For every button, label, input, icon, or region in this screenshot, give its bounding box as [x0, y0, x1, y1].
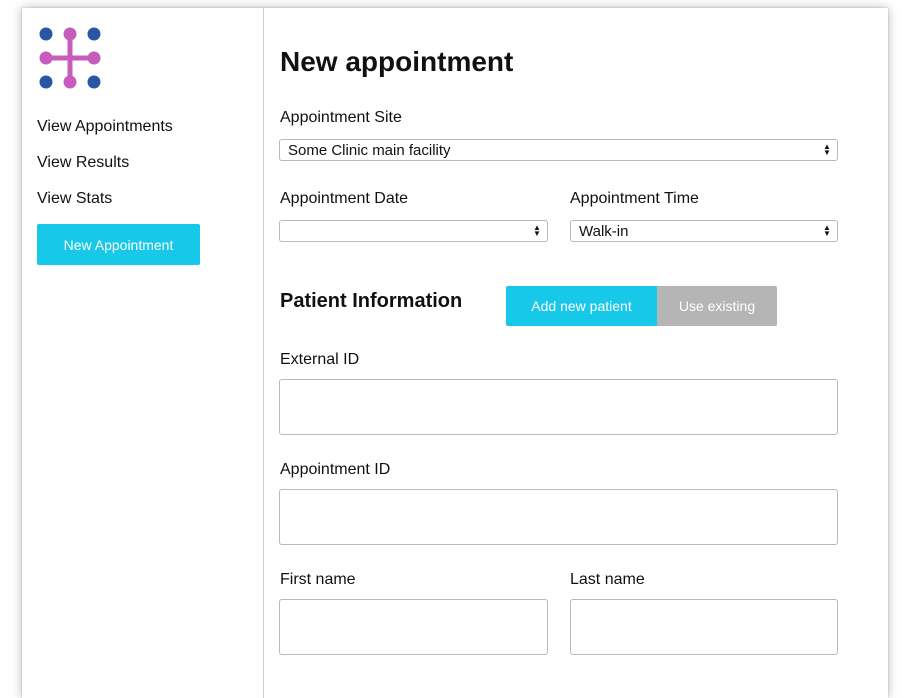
external-id-label: External ID: [280, 351, 360, 368]
page-title: New appointment: [280, 46, 514, 77]
sidebar-item-view-stats[interactable]: View Stats: [37, 190, 112, 208]
new-appointment-button[interactable]: New Appointment: [37, 224, 200, 265]
patient-information-heading: Patient Information: [280, 290, 463, 312]
main-content: New appointment Appointment Site Some Cl…: [279, 8, 888, 698]
first-name-label: First name: [280, 571, 356, 588]
appointment-date-label: Appointment Date: [280, 190, 409, 207]
appointment-time-value: Walk-in: [579, 222, 629, 240]
appointment-date-select[interactable]: ▲ ▼: [279, 220, 548, 242]
appointment-site-select[interactable]: Some Clinic main facility ▲ ▼: [279, 139, 838, 161]
sidebar-item-view-results[interactable]: View Results: [37, 154, 129, 172]
appointment-site-label: Appointment Site: [280, 109, 402, 126]
select-arrows-icon: ▲ ▼: [823, 223, 831, 238]
use-existing-tab[interactable]: Use existing: [657, 286, 777, 326]
appointment-site-value: Some Clinic main facility: [288, 141, 451, 159]
select-arrows-icon: ▲ ▼: [533, 223, 541, 238]
last-name-label: Last name: [570, 571, 645, 588]
appointment-id-field[interactable]: [279, 489, 838, 545]
app-window: View Appointments View Results View Stat…: [22, 8, 888, 698]
appointment-id-label: Appointment ID: [280, 461, 391, 478]
appointment-time-select[interactable]: Walk-in ▲ ▼: [570, 220, 838, 242]
last-name-field[interactable]: [570, 599, 838, 655]
network-nodes-icon: [39, 27, 101, 89]
add-new-patient-tab[interactable]: Add new patient: [506, 286, 657, 326]
select-arrows-icon: ▲ ▼: [823, 142, 831, 157]
external-id-field[interactable]: [279, 379, 838, 435]
sidebar-item-view-appointments[interactable]: View Appointments: [37, 118, 173, 136]
appointment-time-label: Appointment Time: [570, 190, 699, 207]
sidebar: View Appointments View Results View Stat…: [22, 8, 264, 698]
first-name-field[interactable]: [279, 599, 548, 655]
